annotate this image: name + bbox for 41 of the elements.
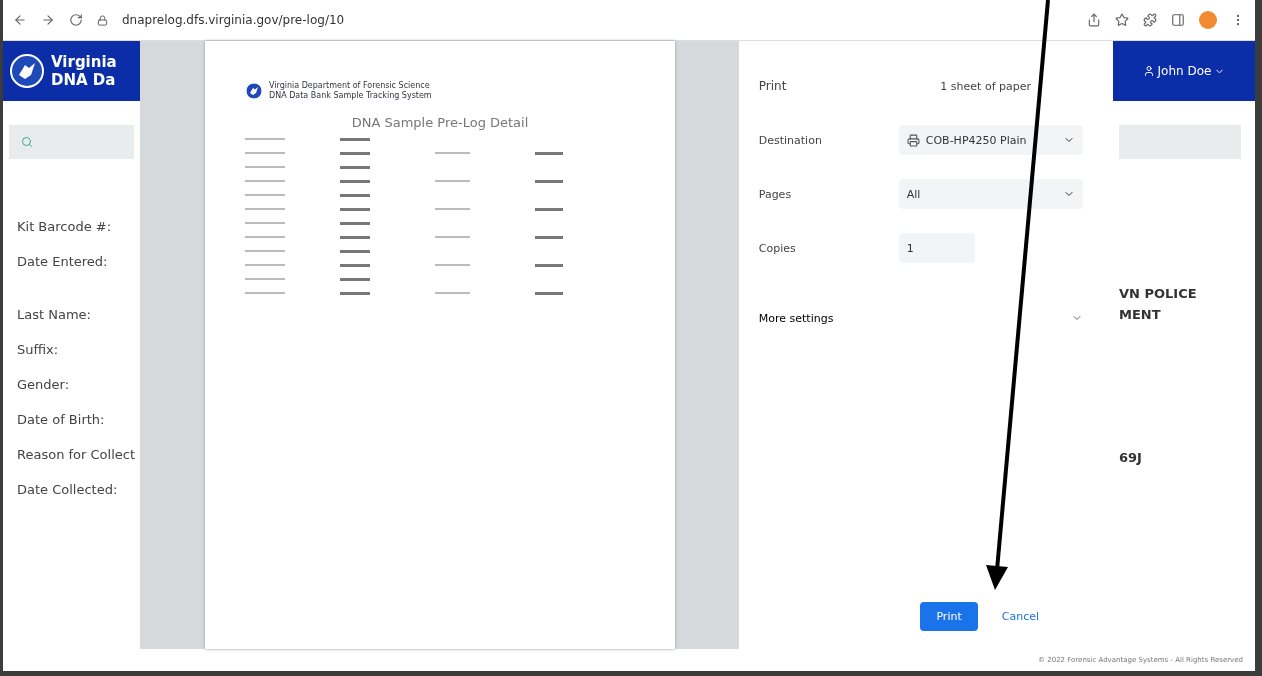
destination-select[interactable]: COB-HP4250 Plain bbox=[898, 125, 1083, 155]
search-field[interactable] bbox=[9, 125, 134, 159]
document-title: DNA Sample Pre-Log Detail bbox=[351, 115, 529, 130]
share-icon[interactable] bbox=[1087, 13, 1101, 27]
forward-icon[interactable] bbox=[41, 13, 55, 27]
field-label: Suffix: bbox=[17, 342, 60, 357]
back-icon[interactable] bbox=[13, 13, 27, 27]
field-label: Date Collected: bbox=[17, 482, 119, 497]
agency-name: VN POLICE MENT bbox=[1119, 285, 1198, 324]
sidebar-icon[interactable] bbox=[1171, 13, 1185, 27]
logo-icon bbox=[9, 53, 45, 89]
setting-label: Copies bbox=[758, 241, 797, 255]
puzzle-icon[interactable] bbox=[1143, 13, 1157, 27]
printer-icon bbox=[906, 133, 920, 147]
reload-icon[interactable] bbox=[69, 13, 83, 27]
print-button[interactable]: Print bbox=[920, 602, 978, 631]
field-label: Reason for Collect bbox=[17, 447, 136, 462]
app-title: DNA Da bbox=[51, 71, 117, 89]
field-label: Gender: bbox=[17, 377, 71, 392]
cancel-link[interactable]: Cancel bbox=[997, 606, 1043, 627]
field-label: Date of Birth: bbox=[17, 412, 106, 427]
lock-icon bbox=[97, 14, 108, 26]
organization-name: DNA Data Bank Sample Tracking System bbox=[269, 91, 432, 101]
sheet-count: 1 sheet of paper bbox=[940, 79, 1031, 93]
setting-label: Destination bbox=[758, 133, 823, 147]
app-title: Virginia bbox=[51, 53, 117, 71]
star-icon[interactable] bbox=[1115, 13, 1129, 27]
pages-select[interactable]: All bbox=[898, 179, 1083, 209]
search-icon bbox=[21, 136, 33, 148]
logo-icon bbox=[245, 82, 263, 100]
user-menu[interactable]: John Doe bbox=[1142, 64, 1226, 78]
field-label: Date Entered: bbox=[17, 254, 109, 269]
dialog-title: Print bbox=[758, 79, 788, 93]
organization-name: Virginia Department of Forensic Science bbox=[269, 81, 431, 91]
user-icon bbox=[1142, 65, 1155, 77]
barcode-value: 69J bbox=[1119, 449, 1143, 467]
field-label: Kit Barcode #: bbox=[17, 219, 113, 234]
field-label: Last Name: bbox=[17, 307, 92, 322]
more-settings-row[interactable]: More settings bbox=[758, 291, 1083, 345]
copies-field[interactable]: 1 bbox=[898, 233, 975, 263]
setting-label: Pages bbox=[758, 187, 793, 201]
